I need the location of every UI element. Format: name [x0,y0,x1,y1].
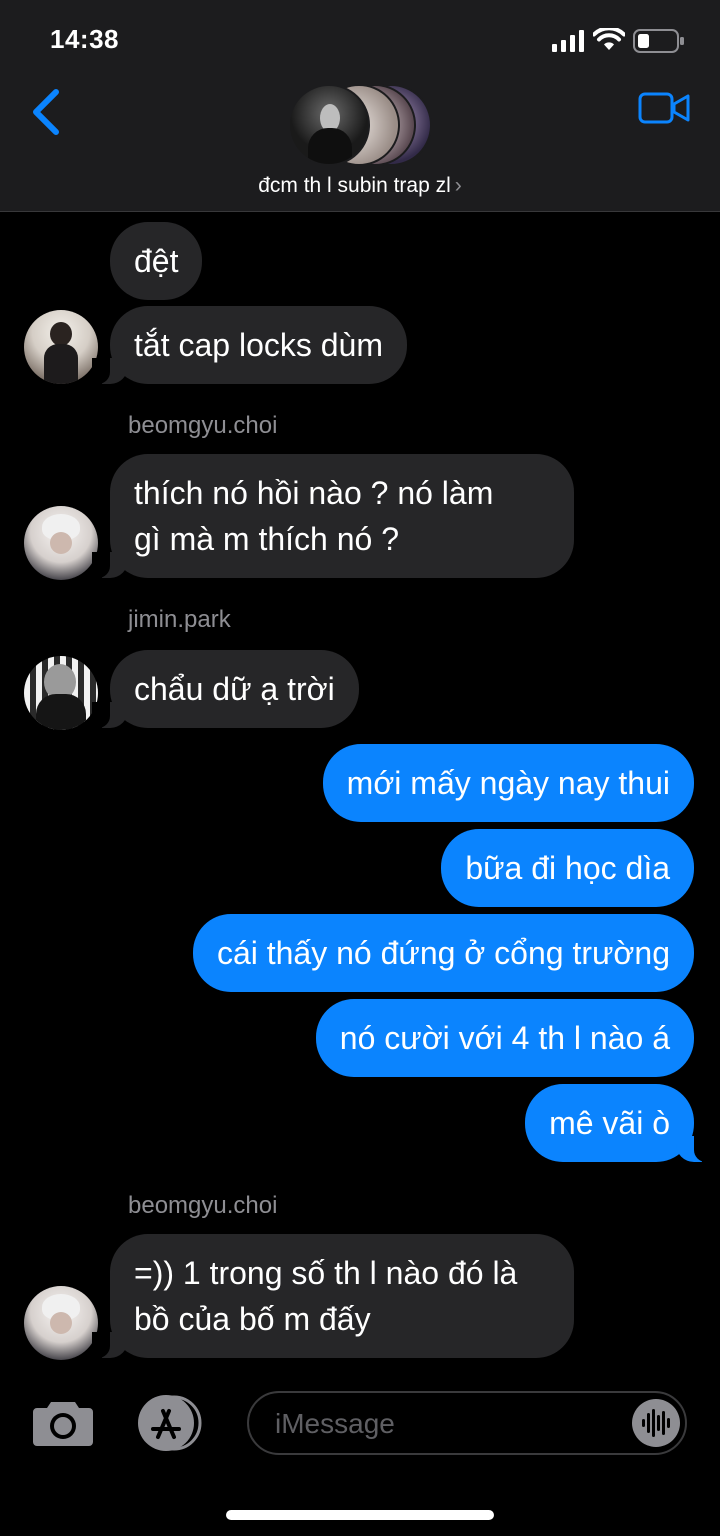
avatar[interactable] [24,310,98,384]
message-bubble[interactable]: mê vãi ò [525,1084,712,1162]
group-avatar-stack[interactable] [288,84,438,166]
back-chevron-icon[interactable] [28,88,62,136]
imessage-input[interactable] [273,1405,607,1443]
avatar[interactable] [24,656,98,730]
group-title[interactable]: đcm th l subin trap zl › [0,174,720,198]
camera-icon[interactable] [31,1398,95,1448]
message-bubble[interactable]: thích nó hồi nào ? nó làm gì mà m thích … [92,454,574,578]
message-bubble[interactable]: đệt [110,222,203,300]
message-text: bữa đi học dìa [465,850,670,886]
message-composer[interactable] [247,1391,687,1455]
message-bubble[interactable]: =)) 1 trong số th l nào đó là bồ của bố … [92,1234,574,1358]
sender-name: beomgyu.choi [128,412,278,439]
avatar[interactable] [24,506,98,580]
app-store-icon[interactable] [134,1395,208,1451]
sender-name: beomgyu.choi [128,1192,278,1219]
audio-waveform-icon[interactable] [629,1397,683,1449]
message-text: nó cười với 4 th l nào á [339,1020,670,1056]
home-indicator[interactable] [226,1510,494,1520]
status-time: 14:38 [50,24,119,54]
avatar[interactable] [24,1286,98,1360]
video-camera-icon[interactable] [638,90,690,126]
message-text-line: bồ của bố m đấy [134,1301,371,1337]
message-bubble[interactable]: cái thấy nó đứng ở cổng trường [192,914,694,992]
chevron-right-icon: › [454,174,462,197]
message-text: mới mấy ngày nay thui [346,765,670,801]
message-bubble[interactable]: mới mấy ngày nay thui [322,744,694,822]
message-text-line: gì mà m thích nó ? [134,521,400,557]
battery-icon [633,29,684,53]
message-text: cái thấy nó đứng ở cổng trường [216,935,670,971]
message-text: tắt cap locks dùm [134,327,383,363]
message-text: đệt [134,243,179,279]
wifi-icon [593,28,625,50]
message-bubble[interactable]: nó cười với 4 th l nào á [315,999,694,1077]
message-text-line: thích nó hồi nào ? nó làm [134,475,494,511]
message-bubble[interactable]: chẩu dữ ạ trời [92,650,359,728]
message-text: mê vãi ò [549,1105,670,1141]
message-bubble[interactable]: tắt cap locks dùm [92,306,407,384]
message-bubble[interactable]: bữa đi học dìa [441,829,694,907]
message-text-line: =)) 1 trong số th l nào đó là [134,1255,518,1291]
signal-icon [552,30,584,52]
message-text: chẩu dữ ạ trời [134,671,335,707]
group-name: đcm th l subin trap zl [258,174,451,197]
sender-name: jimin.park [128,606,231,633]
